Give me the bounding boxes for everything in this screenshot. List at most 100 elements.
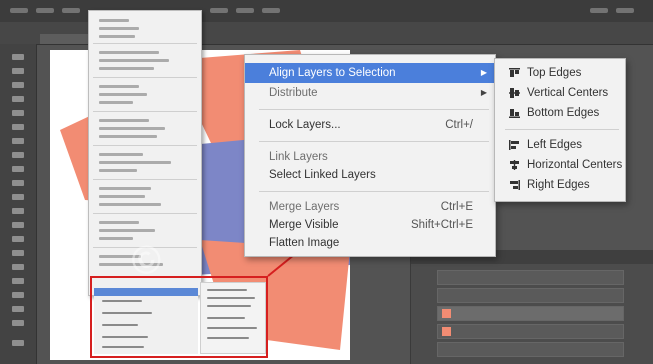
menu-item-placeholder[interactable] xyxy=(99,153,143,156)
menu-item-placeholder[interactable] xyxy=(207,317,245,319)
menu-item-placeholder[interactable] xyxy=(99,203,161,206)
eyedropper-tool-icon[interactable] xyxy=(12,124,24,130)
menu-item-placeholder[interactable] xyxy=(99,119,149,122)
menu-item-flatten-image[interactable]: Flatten Image xyxy=(245,233,495,253)
menu-item-label: Select Linked Layers xyxy=(269,169,376,181)
type-tool-icon[interactable] xyxy=(12,264,24,270)
menu-bar-item[interactable] xyxy=(210,8,228,13)
menu-item-shortcut: Ctrl+E xyxy=(440,201,473,213)
submenu-item-bottom-edges[interactable]: Bottom Edges xyxy=(495,103,625,123)
hand-tool-icon[interactable] xyxy=(12,306,24,312)
menu-item-placeholder[interactable] xyxy=(99,195,145,198)
eraser-tool-icon[interactable] xyxy=(12,194,24,200)
layer-row[interactable] xyxy=(437,288,624,303)
layer-row[interactable] xyxy=(437,270,624,285)
align-right-edges-icon xyxy=(510,180,520,190)
submenu-item-label: Vertical Centers xyxy=(527,87,609,99)
layer-row[interactable] xyxy=(437,342,624,357)
menu-item-placeholder[interactable] xyxy=(102,324,138,326)
submenu-item-top-edges[interactable]: Top Edges xyxy=(495,63,625,83)
menu-item-placeholder[interactable] xyxy=(99,221,139,224)
menu-item-label: Flatten Image xyxy=(269,237,340,249)
menu-item-label: Lock Layers... xyxy=(269,119,341,131)
menu-item-link-layers[interactable]: Link Layers xyxy=(245,147,495,167)
menu-item-placeholder[interactable] xyxy=(99,237,133,240)
mini-highlighted-item xyxy=(94,288,198,296)
menu-bar-item[interactable] xyxy=(236,8,254,13)
menu-item-placeholder[interactable] xyxy=(102,300,142,302)
menu-item-align-layers-to-selection[interactable]: Align Layers to Selection ▶ xyxy=(245,63,495,83)
menu-item-placeholder[interactable] xyxy=(99,67,154,70)
submenu-item-vertical-centers[interactable]: Vertical Centers xyxy=(495,83,625,103)
menu-item-placeholder[interactable] xyxy=(99,93,147,96)
dodge-tool-icon[interactable] xyxy=(12,236,24,242)
menu-bar-item[interactable] xyxy=(62,8,80,13)
healing-brush-tool-icon[interactable] xyxy=(12,138,24,144)
submenu-arrow-icon: ▶ xyxy=(480,68,487,77)
zoom-tool-icon[interactable] xyxy=(12,320,24,326)
gradient-tool-icon[interactable] xyxy=(12,208,24,214)
menu-item-placeholder[interactable] xyxy=(207,337,249,339)
menu-item-distribute[interactable]: Distribute ▶ xyxy=(245,83,495,103)
menu-divider xyxy=(259,141,489,142)
menu-item-placeholder[interactable] xyxy=(99,85,139,88)
menu-item-placeholder[interactable] xyxy=(207,297,255,299)
lasso-tool-icon[interactable] xyxy=(12,82,24,88)
window-control-icon[interactable] xyxy=(616,8,634,13)
history-brush-tool-icon[interactable] xyxy=(12,180,24,186)
menu-item-placeholder[interactable] xyxy=(99,51,159,54)
layer-row[interactable] xyxy=(437,306,624,321)
menu-item-placeholder[interactable] xyxy=(102,336,148,338)
menu-divider xyxy=(93,111,197,112)
submenu-item-label: Horizontal Centers xyxy=(527,159,623,171)
crop-tool-icon[interactable] xyxy=(12,110,24,116)
menu-item-placeholder[interactable] xyxy=(99,35,135,38)
blur-tool-icon[interactable] xyxy=(12,222,24,228)
menu-item-placeholder[interactable] xyxy=(102,312,152,314)
pen-tool-icon[interactable] xyxy=(12,250,24,256)
submenu-item-left-edges[interactable]: Left Edges xyxy=(495,135,625,155)
menu-item-placeholder[interactable] xyxy=(99,187,151,190)
marquee-tool-icon[interactable] xyxy=(12,68,24,74)
move-tool-icon[interactable] xyxy=(12,54,24,60)
mini-layer-menu xyxy=(94,280,198,354)
layer-thumbnail xyxy=(442,309,451,318)
align-horizontal-centers-icon xyxy=(510,160,519,170)
menu-item-select-linked-layers[interactable]: Select Linked Layers xyxy=(245,165,495,185)
menu-item-lock-layers[interactable]: Lock Layers... Ctrl+/ xyxy=(245,115,495,135)
menu-bar-item[interactable] xyxy=(10,8,28,13)
menu-item-placeholder[interactable] xyxy=(207,289,247,291)
menu-item-merge-visible[interactable]: Merge Visible Shift+Ctrl+E xyxy=(245,215,495,235)
menu-item-placeholder[interactable] xyxy=(99,27,139,30)
menu-item-placeholder[interactable] xyxy=(207,327,257,329)
menu-item-placeholder[interactable] xyxy=(102,346,144,348)
highlight-callout-box xyxy=(90,276,268,358)
window-control-icon[interactable] xyxy=(590,8,608,13)
menu-item-placeholder[interactable] xyxy=(99,127,165,130)
brush-tool-icon[interactable] xyxy=(12,152,24,158)
submenu-item-label: Bottom Edges xyxy=(527,107,600,119)
menu-item-placeholder[interactable] xyxy=(207,305,251,307)
shape-tool-icon[interactable] xyxy=(12,292,24,298)
color-swatches-icon[interactable] xyxy=(12,340,24,346)
quick-select-tool-icon[interactable] xyxy=(12,96,24,102)
menu-divider xyxy=(93,43,197,44)
menu-item-placeholder[interactable] xyxy=(99,161,171,164)
menu-item-label: Link Layers xyxy=(269,151,328,163)
submenu-item-horizontal-centers[interactable]: Horizontal Centers xyxy=(495,155,625,175)
menu-item-placeholder[interactable] xyxy=(99,169,137,172)
menu-item-placeholder[interactable] xyxy=(99,101,133,104)
clone-stamp-tool-icon[interactable] xyxy=(12,166,24,172)
menu-item-placeholder[interactable] xyxy=(99,229,155,232)
layer-row[interactable] xyxy=(437,324,624,339)
menu-item-merge-layers[interactable]: Merge Layers Ctrl+E xyxy=(245,197,495,217)
path-selection-tool-icon[interactable] xyxy=(12,278,24,284)
menu-item-placeholder[interactable] xyxy=(99,135,157,138)
menu-item-placeholder[interactable] xyxy=(99,59,169,62)
submenu-item-right-edges[interactable]: Right Edges xyxy=(495,175,625,195)
submenu-item-label: Right Edges xyxy=(527,179,590,191)
menu-bar-item[interactable] xyxy=(36,8,54,13)
menu-item-label: Merge Visible xyxy=(269,219,339,231)
menu-item-placeholder[interactable] xyxy=(99,19,129,22)
menu-bar-item[interactable] xyxy=(262,8,280,13)
